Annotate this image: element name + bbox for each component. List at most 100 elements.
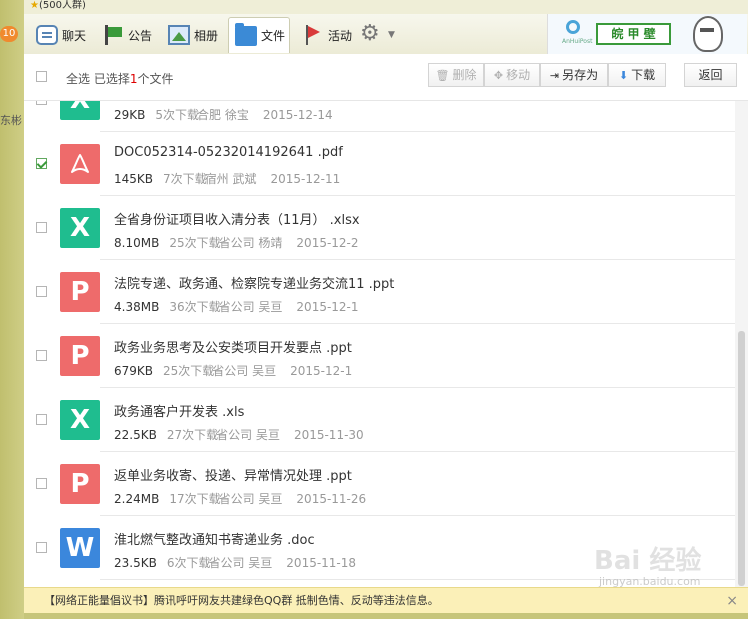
file-uploader: 省公司 吴亘 bbox=[216, 428, 280, 442]
group-info-bar: ★(500人群) bbox=[24, 0, 748, 14]
select-all-checkbox[interactable] bbox=[36, 71, 47, 82]
file-list: X 29KB 5次下载合肥 徐宝 2015-12-14 DOC052314-052320… bbox=[24, 101, 735, 587]
delete-button[interactable]: 🗑 删除 bbox=[428, 63, 484, 87]
chat-icon bbox=[36, 25, 58, 45]
file-row[interactable]: X 29KB 5次下载合肥 徐宝 2015-12-14 bbox=[24, 101, 735, 132]
post-logo-icon bbox=[566, 20, 580, 34]
file-downloads: 36次下载 bbox=[169, 300, 221, 314]
file-meta: 145KB 7次下载宿州 武斌 2015-12-11 bbox=[114, 170, 354, 187]
tab-files-label: 文件 bbox=[261, 29, 286, 43]
file-toolbar: 全选 已选择1个文件 🗑 删除 ✥ 移动 ⇥ 另存为 ⬇ 下载 返回 bbox=[24, 54, 748, 101]
file-checkbox[interactable] bbox=[36, 350, 47, 361]
tab-chat-label: 聊天 bbox=[62, 28, 87, 43]
file-name[interactable]: 政务业务思考及公安类项目开发要点 .ppt bbox=[114, 337, 352, 356]
unread-badge: 10 bbox=[0, 26, 18, 42]
notice-bar: 【网络正能量倡议书】腾讯呼吁网友共建绿色QQ群 抵制色情、反动等违法信息。 × bbox=[24, 587, 748, 614]
file-name[interactable]: 法院专递、政务通、检察院专递业务交流11 .ppt bbox=[114, 273, 394, 292]
tab-activity-label: 活动 bbox=[328, 28, 353, 43]
file-row[interactable]: X 政务通客户开发表 .xls 22.5KB 27次下载省公司 吴亘 2015-11-3… bbox=[24, 388, 735, 452]
xls-file-icon: X bbox=[60, 208, 100, 248]
file-downloads: 17次下载 bbox=[169, 492, 221, 506]
file-date: 2015-11-30 bbox=[293, 428, 364, 442]
tab-files[interactable]: 文件 bbox=[228, 17, 290, 53]
tab-chat[interactable]: 聊天 bbox=[36, 17, 86, 53]
file-name[interactable]: 返单业务收寄、投递、异常情况处理 .ppt bbox=[114, 465, 352, 484]
file-meta: 679KB 25次下载省公司 吴亘 2015-12-1 bbox=[114, 362, 366, 379]
tab-album[interactable]: 相册 bbox=[168, 17, 218, 53]
move-icon: ✥ bbox=[493, 69, 504, 82]
bottom-strip bbox=[24, 613, 748, 619]
close-icon[interactable]: × bbox=[726, 588, 738, 614]
file-meta: 4.38MB 36次下载省公司 吴亘 2015-12-1 bbox=[114, 298, 373, 315]
group-info-text: (500人群) bbox=[38, 0, 86, 11]
file-size: 29KB bbox=[114, 108, 146, 122]
file-list-inner: X 29KB 5次下载合肥 徐宝 2015-12-14 DOC052314-052320… bbox=[24, 101, 735, 587]
trash-icon: 🗑 bbox=[435, 69, 450, 82]
file-row[interactable]: P 政务业务思考及公安类项目开发要点 .ppt 679KB 25次下载省公司 吴亘 20… bbox=[24, 324, 735, 388]
gear-icon[interactable]: ⚙ bbox=[360, 23, 382, 45]
file-name[interactable]: DOC052314-05232014192641 .pdf bbox=[114, 145, 343, 160]
file-checkbox[interactable] bbox=[36, 222, 47, 233]
file-size: 2.24MB bbox=[114, 492, 160, 506]
file-checkbox[interactable] bbox=[36, 286, 47, 297]
selected-count: 1 bbox=[129, 72, 138, 86]
file-downloads: 5次下载 bbox=[155, 108, 200, 122]
save-as-icon: ⇥ bbox=[549, 69, 560, 82]
save-as-button[interactable]: ⇥ 另存为 bbox=[540, 63, 608, 87]
scrollbar-thumb[interactable] bbox=[738, 331, 745, 586]
file-checkbox[interactable] bbox=[36, 478, 47, 489]
notice-text[interactable]: 【网络正能量倡议书】腾讯呼吁网友共建绿色QQ群 抵制色情、反动等违法信息。 bbox=[44, 588, 439, 614]
doc-file-icon: W bbox=[60, 528, 100, 568]
ppt-file-icon: P bbox=[60, 464, 100, 504]
download-button[interactable]: ⬇ 下载 bbox=[608, 63, 666, 87]
file-downloads: 27次下载 bbox=[166, 428, 219, 442]
tab-album-label: 相册 bbox=[194, 28, 219, 43]
file-meta: 29KB 5次下载合肥 徐宝 2015-12-14 bbox=[114, 106, 347, 123]
save-as-label: 另存为 bbox=[562, 68, 599, 82]
file-meta: 8.10MB 25次下载省公司 杨靖 2015-12-2 bbox=[114, 234, 373, 251]
file-size: 23.5KB bbox=[114, 556, 157, 570]
file-size: 145KB bbox=[114, 172, 154, 186]
file-size: 4.38MB bbox=[114, 300, 160, 314]
file-row[interactable]: X 全省身份证项目收入清分表（11月） .xlsx 8.10MB 25次下载省公司 杨… bbox=[24, 196, 735, 260]
file-meta: 23.5KB 6次下载省公司 吴亘 2015-11-18 bbox=[114, 554, 370, 571]
file-row[interactable]: P 返单业务收寄、投递、异常情况处理 .ppt 2.24MB 17次下载省公司 吴亘 2… bbox=[24, 452, 735, 516]
file-date: 2015-12-2 bbox=[296, 236, 359, 250]
tab-notice[interactable]: 公告 bbox=[102, 17, 152, 53]
tab-activity[interactable]: 活动 bbox=[302, 17, 352, 53]
file-size: 679KB bbox=[114, 364, 154, 378]
star-icon: ★ bbox=[30, 0, 39, 11]
file-checkbox[interactable] bbox=[36, 414, 47, 425]
file-uploader: 省公司 吴亘 bbox=[218, 492, 283, 506]
selected-suffix: 个文件 bbox=[137, 72, 174, 86]
selection-status: 全选 已选择1个文件 bbox=[66, 70, 174, 87]
file-name[interactable]: 全省身份证项目收入清分表（11月） .xlsx bbox=[114, 209, 360, 228]
download-label: 下载 bbox=[631, 68, 656, 82]
file-checkbox[interactable] bbox=[36, 158, 47, 169]
move-button[interactable]: ✥ 移动 bbox=[484, 63, 540, 87]
file-meta: 22.5KB 27次下载省公司 吴亘 2015-11-30 bbox=[114, 426, 378, 443]
scrollbar[interactable] bbox=[735, 101, 748, 587]
group-file-panel: ★(500人群) 聊天 公告 相册 文件 活动 ⚙ ▼ AnHuiPost 皖 … bbox=[24, 0, 748, 619]
file-downloads: 25次下载 bbox=[169, 236, 221, 250]
file-row[interactable]: DOC052314-05232014192641 .pdf 145KB 7次下载宿州… bbox=[24, 132, 735, 196]
file-date: 2015-12-14 bbox=[262, 108, 333, 122]
folder-icon bbox=[235, 22, 257, 46]
file-size: 8.10MB bbox=[114, 236, 160, 250]
left-sidebar-strip: 10 东彬 bbox=[0, 0, 24, 619]
chevron-down-icon[interactable]: ▼ bbox=[388, 30, 395, 40]
download-arrow-icon: ⬇ bbox=[618, 69, 629, 82]
delete-label: 删除 bbox=[452, 68, 477, 82]
file-date: 2015-11-18 bbox=[286, 556, 357, 570]
file-row[interactable]: P 法院专递、政务通、检察院专递业务交流11 .ppt 4.38MB 36次下载省公司… bbox=[24, 260, 735, 324]
file-checkbox[interactable] bbox=[36, 542, 47, 553]
robot-mascot-icon bbox=[693, 16, 723, 52]
back-button[interactable]: 返回 bbox=[684, 63, 737, 87]
ppt-file-icon: P bbox=[60, 336, 100, 376]
file-name[interactable]: 政务通客户开发表 .xls bbox=[114, 401, 244, 420]
file-checkbox[interactable] bbox=[36, 101, 47, 105]
file-downloads: 6次下载 bbox=[166, 556, 211, 570]
file-name[interactable]: 淮北燃气整改通知书寄递业务 .doc bbox=[114, 529, 315, 548]
select-all-label[interactable]: 全选 bbox=[66, 72, 90, 86]
notice-flag-icon bbox=[102, 25, 124, 45]
